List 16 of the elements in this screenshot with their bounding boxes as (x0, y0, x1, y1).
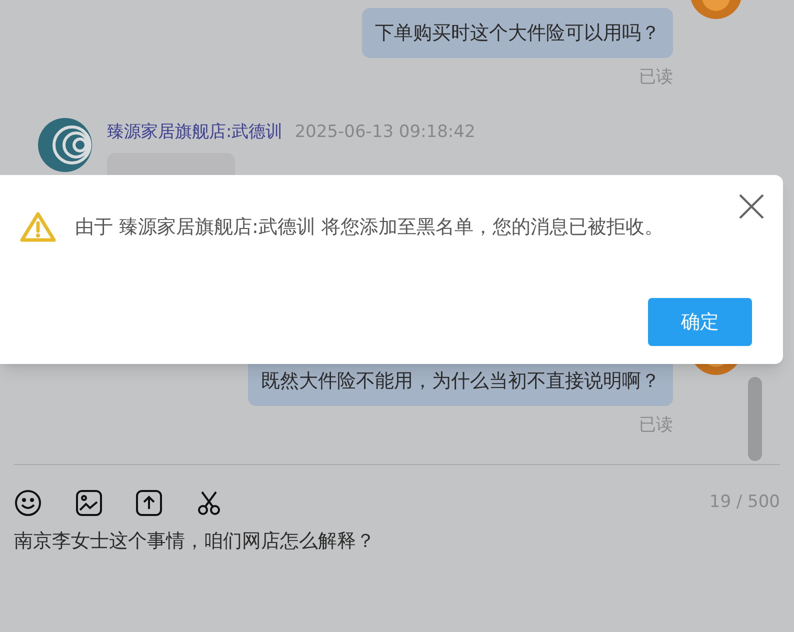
store-avatar (38, 118, 92, 172)
character-counter: 19 / 500 (709, 491, 780, 514)
message-input[interactable]: 南京李女士这个事情，咱们网店怎么解释？ (14, 527, 774, 597)
sender-name: 臻源家居旗舰店:武德训 (107, 121, 283, 144)
dialog-message: 由于 臻源家居旗舰店:武德训 将您添加至黑名单，您的消息已被拒收。 (75, 214, 664, 240)
image-icon[interactable] (76, 490, 102, 516)
scrollbar[interactable] (748, 377, 762, 461)
read-status: 已读 (639, 66, 673, 89)
upload-icon[interactable] (136, 490, 162, 516)
scissors-icon[interactable] (196, 490, 222, 516)
warning-icon (19, 211, 57, 243)
read-status: 已读 (639, 414, 673, 437)
message-time: 2025-06-13 09:18:42 (294, 121, 476, 144)
message-bubble: 下单购买时这个大件险可以用吗？ (362, 8, 673, 58)
close-icon[interactable] (738, 193, 765, 220)
emoji-icon[interactable] (14, 489, 42, 517)
